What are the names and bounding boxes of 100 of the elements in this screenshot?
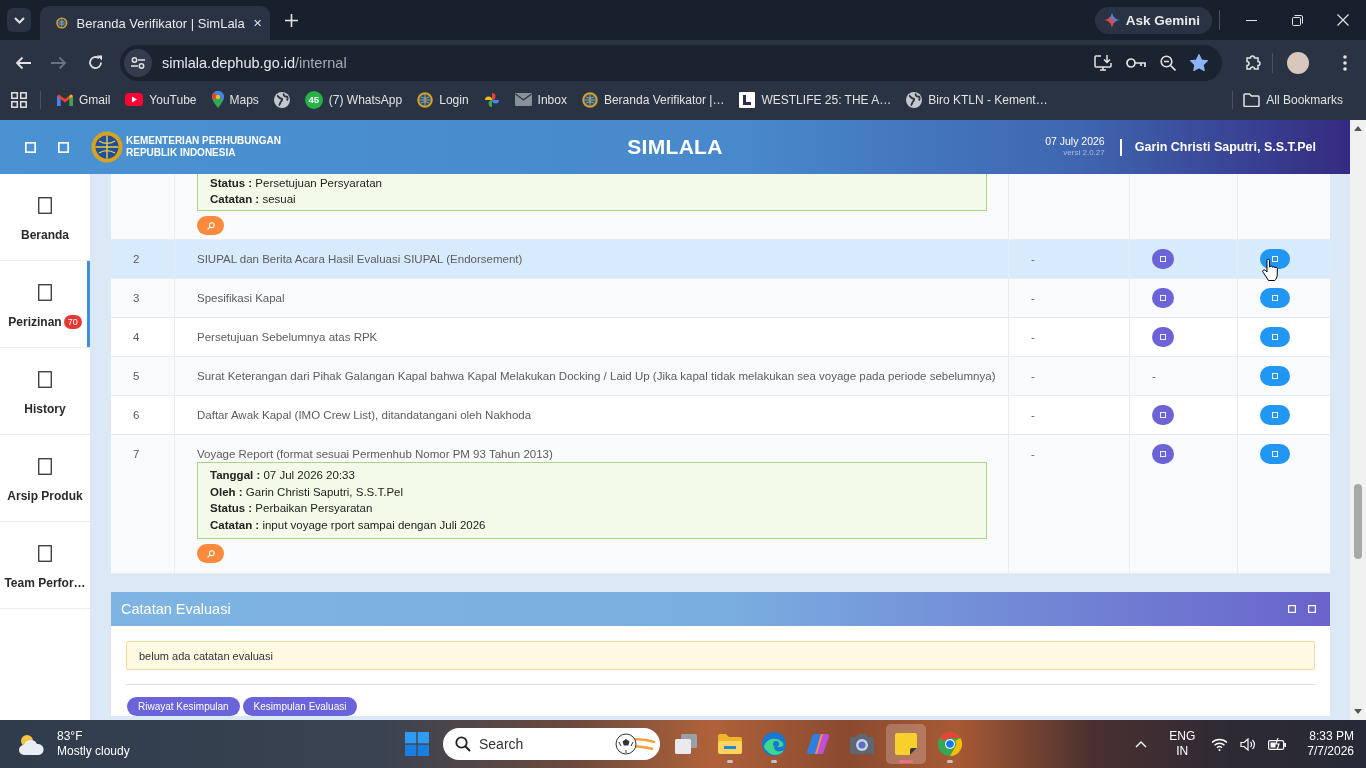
table-cell: - xyxy=(1031,253,1035,265)
bookmark-item[interactable]: Biro KTLN - Kement… xyxy=(900,86,1054,113)
apps-grid-icon[interactable] xyxy=(11,91,27,108)
bookmark-item[interactable]: Inbox xyxy=(508,86,573,113)
bookmark-item[interactable]: Gmail xyxy=(51,86,117,113)
square-icon xyxy=(38,545,52,562)
address-bar[interactable]: simlala.dephub.go.id/internal xyxy=(120,44,1222,81)
ministry-name: KEMENTERIAN PERHUBUNGAN REPUBLIK INDONESIA xyxy=(126,135,281,159)
chevron-down-icon xyxy=(13,16,25,24)
plus-icon[interactable] xyxy=(285,13,298,27)
round-logo-icon xyxy=(938,732,962,756)
clock-button[interactable]: 8:33 PM 7/7/2026 xyxy=(1307,729,1354,759)
log-line: Catatan : sesuai xyxy=(210,192,297,207)
play-button-icon xyxy=(125,93,144,106)
count-badge: 45 xyxy=(304,90,323,109)
emblem-icon xyxy=(56,15,68,31)
site-settings-icon[interactable] xyxy=(124,48,152,77)
scroll-up-icon[interactable] xyxy=(1354,126,1362,131)
action-button[interactable] xyxy=(1152,327,1174,347)
table-cell-text: - xyxy=(1152,369,1157,384)
bookmark-item[interactable]: Maps xyxy=(205,86,265,113)
puzzle-piece-icon[interactable] xyxy=(1245,54,1262,71)
scroll-down-icon[interactable] xyxy=(1354,709,1362,714)
square-icon xyxy=(38,284,52,301)
speaker-icon[interactable] xyxy=(1240,737,1257,751)
pinwheel-icon xyxy=(483,91,500,108)
url-text[interactable]: simlala.dephub.go.id/internal xyxy=(162,54,347,71)
weather-temperature: 83°F xyxy=(57,729,84,744)
document-title: Voyage Report (format sesuai Permenhub Nomor PM 93 Tahun 2013) xyxy=(197,447,553,462)
action-button[interactable] xyxy=(1152,405,1174,425)
close-icon[interactable] xyxy=(253,18,261,28)
monitor-download-icon[interactable] xyxy=(1094,54,1112,71)
count-badge: 70 xyxy=(63,315,82,329)
language-button[interactable]: ENG IN xyxy=(1169,729,1196,759)
scrollbar-track[interactable] xyxy=(1350,120,1366,720)
scrollbar-thumb[interactable] xyxy=(1354,484,1362,559)
action-button[interactable] xyxy=(1260,249,1290,269)
map-pin-icon xyxy=(211,91,224,108)
search-icon xyxy=(206,221,215,230)
bookmark-item[interactable]: 45 (7) WhatsApp xyxy=(298,86,409,113)
square-icon[interactable] xyxy=(1288,605,1296,613)
document-title: Surat Keterangan dari Pihak Galangan Kapal bahwa Kapal Melakukan Docking / Laid Up (Jika kapal tidak melakukan sea voyage pada periode sebelumnya) xyxy=(197,369,996,384)
browser-tab[interactable]: Beranda Verifikator | SimLala xyxy=(40,6,270,40)
app-title: SIMLALA xyxy=(627,135,723,159)
slanted-bars-icon xyxy=(806,732,830,756)
evaluation-button[interactable]: Riwayat Kesimpulan xyxy=(127,697,240,716)
row-number: 6 xyxy=(133,409,140,421)
tab-search-button[interactable] xyxy=(7,8,31,32)
sparkle-icon xyxy=(1103,12,1120,28)
document-title: Persetujuan Sebelumnya atas RPK xyxy=(197,330,378,345)
envelope-icon xyxy=(514,93,532,106)
all-bookmarks-button[interactable]: All Bookmarks xyxy=(1237,86,1349,113)
four-squares-icon[interactable] xyxy=(405,732,429,756)
emblem-icon xyxy=(91,131,123,163)
notice-box: belum ada catatan evaluasi xyxy=(126,641,1315,670)
star-icon[interactable] xyxy=(1190,54,1208,71)
log-line: Status : Persetujuan Persyaratan xyxy=(210,176,383,191)
camera-icon xyxy=(850,734,874,754)
reload-icon xyxy=(87,55,103,70)
key-icon[interactable] xyxy=(1126,56,1146,69)
evaluation-button[interactable]: Kesimpulan Evaluasi xyxy=(242,697,358,716)
sticky-note-icon xyxy=(895,733,917,755)
more-options-icon[interactable] xyxy=(1343,54,1347,71)
square-icon[interactable] xyxy=(25,141,36,153)
profile-avatar[interactable] xyxy=(1287,51,1309,74)
taskbar-app[interactable] xyxy=(886,724,926,764)
square-icon[interactable] xyxy=(58,141,69,153)
minimize-icon xyxy=(1245,19,1257,21)
log-line: Oleh : Garin Christi Saputri, S.S.T.Pel xyxy=(210,484,404,500)
row-number: 5 xyxy=(133,370,140,382)
table-cell: - xyxy=(1031,448,1035,460)
square-icon[interactable] xyxy=(1308,605,1316,613)
bookmark-item[interactable]: Beranda Verifikator |… xyxy=(575,86,731,113)
square-icon xyxy=(38,371,52,388)
user-name[interactable]: Garin Christi Saputri, S.S.T.Pel xyxy=(1134,140,1316,154)
letter-m-icon xyxy=(57,93,73,106)
battery-icon[interactable] xyxy=(1268,738,1288,750)
row-number: 4 xyxy=(133,331,140,343)
search-icon xyxy=(455,736,471,752)
chevron-up-icon[interactable] xyxy=(1135,740,1148,748)
sun-cloud-icon[interactable] xyxy=(17,733,45,755)
globe-icon xyxy=(273,91,290,108)
ask-gemini-button[interactable]: Ask Gemini xyxy=(1094,6,1212,34)
search-field[interactable]: Search xyxy=(443,728,660,760)
version-text: versi 2.0.27 xyxy=(1063,147,1105,159)
search-icon xyxy=(206,549,215,558)
table-cell: - xyxy=(1031,409,1035,421)
overlapping-windows-icon xyxy=(675,734,697,754)
log-line: Status : Perbaikan Persyaratan xyxy=(210,501,374,516)
bookmark-item[interactable]: WESTLIFE 25: THE A… xyxy=(733,86,898,113)
bookmark-item[interactable]: YouTube xyxy=(119,86,203,113)
table-cell: - xyxy=(1031,331,1035,343)
square-icon xyxy=(38,197,52,214)
header-date: 07 July 2026 xyxy=(1045,135,1105,147)
wifi-icon[interactable] xyxy=(1211,737,1229,751)
folder-outline-icon xyxy=(1243,92,1261,107)
bookmark-item[interactable]: Login xyxy=(411,86,475,113)
close-icon xyxy=(1337,14,1349,26)
emblem-icon xyxy=(581,91,598,108)
zoom-out-icon[interactable] xyxy=(1160,54,1176,71)
